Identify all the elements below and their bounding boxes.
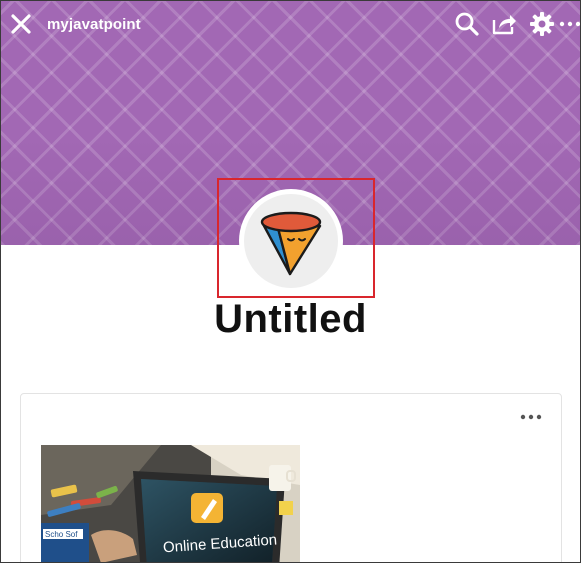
share-icon[interactable] [491,11,517,37]
book-text: Scho Sof [45,530,78,539]
app-frame: myjavatpoint Untitled Scho Sof Online Ed… [0,0,581,563]
more-horizontal-icon[interactable] [519,410,543,424]
top-bar: myjavatpoint [1,1,580,49]
page-title: Untitled [214,297,367,341]
site-name[interactable]: myjavatpoint [47,16,141,33]
gear-icon[interactable] [529,11,555,37]
logo-highlight-box [217,178,375,298]
content-card: Scho Sof Online Education [20,393,562,562]
online-education-illustration: Scho Sof Online Education [41,445,300,562]
search-icon[interactable] [454,11,480,37]
close-icon[interactable] [9,12,33,36]
more-icon[interactable] [558,11,581,37]
card-image[interactable]: Scho Sof Online Education [41,445,300,562]
